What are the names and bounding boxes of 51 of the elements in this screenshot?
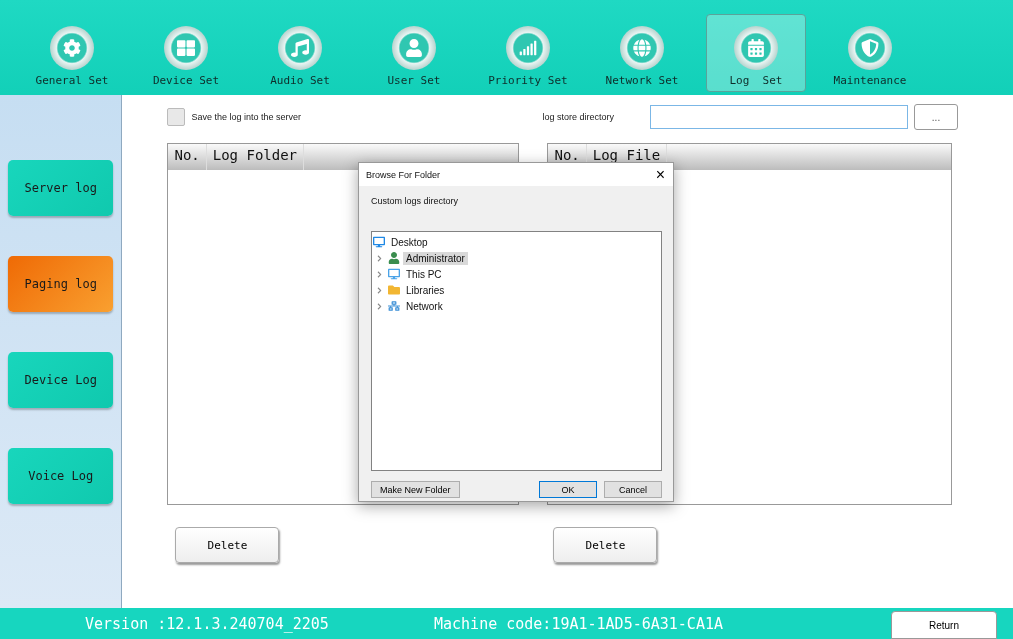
nav-tab[interactable]: Audio Set xyxy=(250,14,350,92)
folder-tree-item[interactable]: Libraries xyxy=(403,283,448,297)
nav-circle-icon xyxy=(620,26,664,70)
log-type-button[interactable]: Device Log xyxy=(8,352,114,408)
folder-tree-item[interactable]: Network xyxy=(403,299,446,313)
expand-chevron-icon[interactable] xyxy=(376,270,383,278)
log-type-button[interactable]: Paging log xyxy=(8,256,114,312)
folder-icon xyxy=(388,284,400,296)
log-type-button[interactable]: Server log xyxy=(8,160,114,216)
computer-icon xyxy=(388,268,400,280)
delete-button[interactable]: Delete xyxy=(175,527,280,563)
dialog-title: Browse For Folder xyxy=(366,169,441,180)
column-header: Log Folder xyxy=(206,144,305,170)
nav-circle-icon xyxy=(734,26,778,70)
expand-chevron-icon[interactable] xyxy=(376,254,383,262)
checkbox[interactable] xyxy=(167,108,186,126)
log-type-button[interactable]: Voice Log xyxy=(8,448,114,504)
folder-tree-item[interactable]: This PC xyxy=(403,267,445,281)
nav-circle-icon xyxy=(506,26,550,70)
nav-tab[interactable]: General Set xyxy=(22,14,122,92)
machine-code-text: Machine code:19A1-1AD5-6A31-CA1A xyxy=(434,614,724,633)
nav-circle-icon xyxy=(164,26,208,70)
expand-chevron-icon[interactable] xyxy=(376,286,383,294)
folder-tree-item[interactable]: Administrator xyxy=(403,251,468,265)
ok-button[interactable]: OK xyxy=(539,481,597,498)
return-button[interactable]: Return xyxy=(891,611,997,639)
nav-tab[interactable]: Priority Set xyxy=(478,14,578,92)
column-header: No. xyxy=(168,144,207,170)
nav-circle-icon xyxy=(392,26,436,70)
version-text: Version :12.1.3.240704_2205 xyxy=(85,614,330,633)
folder-tree-item[interactable]: Desktop xyxy=(388,235,431,249)
nav-tab[interactable]: Network Set xyxy=(592,14,692,92)
nav-tab[interactable]: Maintenance xyxy=(820,14,920,92)
nav-circle-icon xyxy=(50,26,94,70)
network-icon xyxy=(388,300,400,312)
nav-circle-icon xyxy=(278,26,322,70)
directory-input-field[interactable] xyxy=(650,105,908,129)
checkbox-label: Save the log into the server xyxy=(191,112,302,122)
desktop-icon xyxy=(373,236,385,248)
delete-button[interactable]: Delete xyxy=(553,527,658,563)
new-folder-button[interactable]: Make New Folder xyxy=(371,481,460,498)
nav-circle-icon xyxy=(848,26,892,70)
expand-chevron-icon[interactable] xyxy=(376,302,383,310)
cancel-button[interactable]: Cancel xyxy=(604,481,662,498)
user-icon xyxy=(388,252,400,264)
dialog-prompt: Custom logs directory xyxy=(371,196,460,206)
browse-button[interactable]: ... xyxy=(914,104,958,130)
nav-tab[interactable]: Log Set xyxy=(706,14,806,92)
nav-tab[interactable]: Device Set xyxy=(136,14,236,92)
nav-tab[interactable]: User Set xyxy=(364,14,464,92)
directory-label: log store directory xyxy=(542,112,614,122)
